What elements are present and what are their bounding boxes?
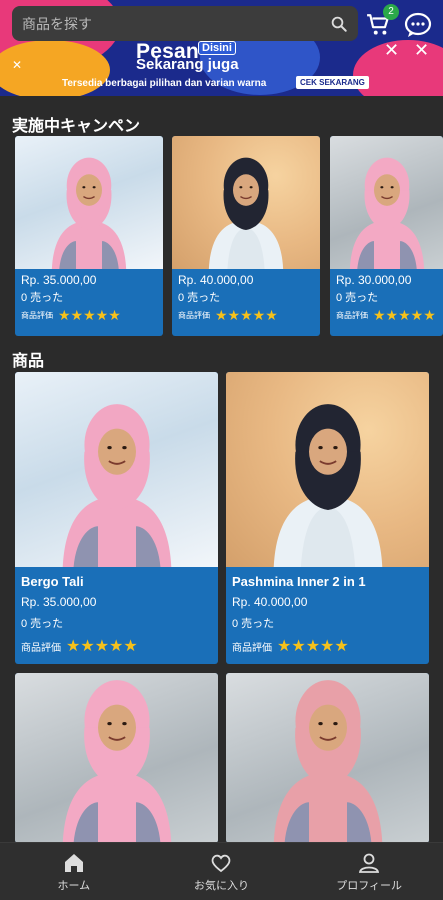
rating-label: 商品評価	[336, 311, 368, 320]
rating-label: 商品評価	[21, 311, 53, 320]
campaign-card[interactable]: Rp. 30.000,00 0 売った 商品評価 ★★★★★	[330, 136, 443, 336]
cart-count-badge: 2	[383, 4, 399, 20]
product-image	[15, 673, 218, 843]
search-bar[interactable]: 商品を探す	[12, 6, 358, 41]
search-icon[interactable]	[330, 15, 348, 33]
star-icon: ★★★★★	[58, 307, 121, 323]
product-image	[330, 136, 443, 269]
product-card[interactable]: Pashmina Inner 2 in 1 Rp. 40.000,00 0 売っ…	[226, 372, 429, 664]
bottom-navigation: ホーム お気に入り プロフィール	[0, 842, 443, 900]
product-image	[226, 673, 429, 843]
user-icon	[359, 853, 380, 873]
nav-favorites-label: お気に入り	[193, 879, 249, 892]
nav-home[interactable]: ホーム	[14, 851, 134, 893]
star-icon: ★★★★★	[66, 638, 138, 655]
banner-badge: Disini	[198, 41, 236, 55]
nav-favorites[interactable]: お気に入り	[161, 851, 281, 893]
product-price: Rp. 30.000,00	[336, 273, 412, 287]
close-icon: ✕	[414, 40, 430, 60]
rating-label: 商品評価	[232, 642, 272, 654]
model-photo	[62, 404, 171, 567]
model-photo	[273, 404, 382, 567]
home-icon	[64, 853, 83, 872]
campaign-card[interactable]: Rp. 40.000,00 0 売った 商品評価 ★★★★★	[172, 136, 320, 336]
product-image	[15, 372, 218, 567]
nav-profile[interactable]: プロフィール	[309, 851, 429, 893]
rating-label: 商品評価	[21, 642, 61, 654]
product-price: Rp. 40.000,00	[232, 595, 308, 609]
products-section-title: 商品	[12, 353, 45, 370]
banner-cta-button[interactable]: CEK SEKARANG	[296, 76, 369, 89]
sold-count: 0 売った	[21, 618, 64, 630]
product-image	[15, 136, 163, 269]
model-photo	[208, 157, 284, 269]
sold-count: 0 売った	[232, 618, 275, 630]
sold-count: 0 売った	[21, 292, 64, 304]
model-photo	[349, 157, 424, 269]
close-icon: ✕	[384, 40, 400, 60]
sold-count: 0 売った	[178, 292, 221, 304]
product-image	[226, 372, 429, 567]
product-card[interactable]: Bergo Tali Rp. 35.000,00 0 売った 商品評価 ★★★★…	[15, 372, 218, 664]
heart-icon	[212, 854, 231, 872]
product-name: Pashmina Inner 2 in 1	[232, 574, 366, 589]
product-price: Rp. 35.000,00	[21, 595, 97, 609]
banner-tagline: Tersedia berbagai pilihan dan varian war…	[62, 78, 267, 89]
product-name: Bergo Tali	[21, 574, 84, 589]
star-icon: ★★★★★	[215, 307, 278, 323]
star-icon: ★★★★★	[373, 307, 436, 323]
banner-subheadline: Sekarang juga	[136, 56, 239, 73]
product-card[interactable]	[226, 673, 429, 843]
campaign-card[interactable]: Rp. 35.000,00 0 売った 商品評価 ★★★★★	[15, 136, 163, 336]
nav-home-label: ホーム	[57, 879, 91, 892]
model-photo	[62, 680, 171, 843]
close-icon: ✕	[12, 58, 23, 72]
star-icon: ★★★★★	[277, 638, 349, 655]
product-price: Rp. 40.000,00	[178, 273, 254, 287]
model-photo	[51, 157, 127, 269]
chat-icon[interactable]	[404, 12, 432, 38]
sold-count: 0 売った	[336, 292, 379, 304]
model-photo	[273, 680, 382, 843]
product-card[interactable]	[15, 673, 218, 843]
product-price: Rp. 35.000,00	[21, 273, 97, 287]
search-input[interactable]: 商品を探す	[22, 14, 330, 34]
product-image	[172, 136, 320, 269]
nav-profile-label: プロフィール	[336, 879, 403, 892]
campaign-section-title: 実施中キャンペン	[12, 118, 141, 135]
rating-label: 商品評価	[178, 311, 210, 320]
